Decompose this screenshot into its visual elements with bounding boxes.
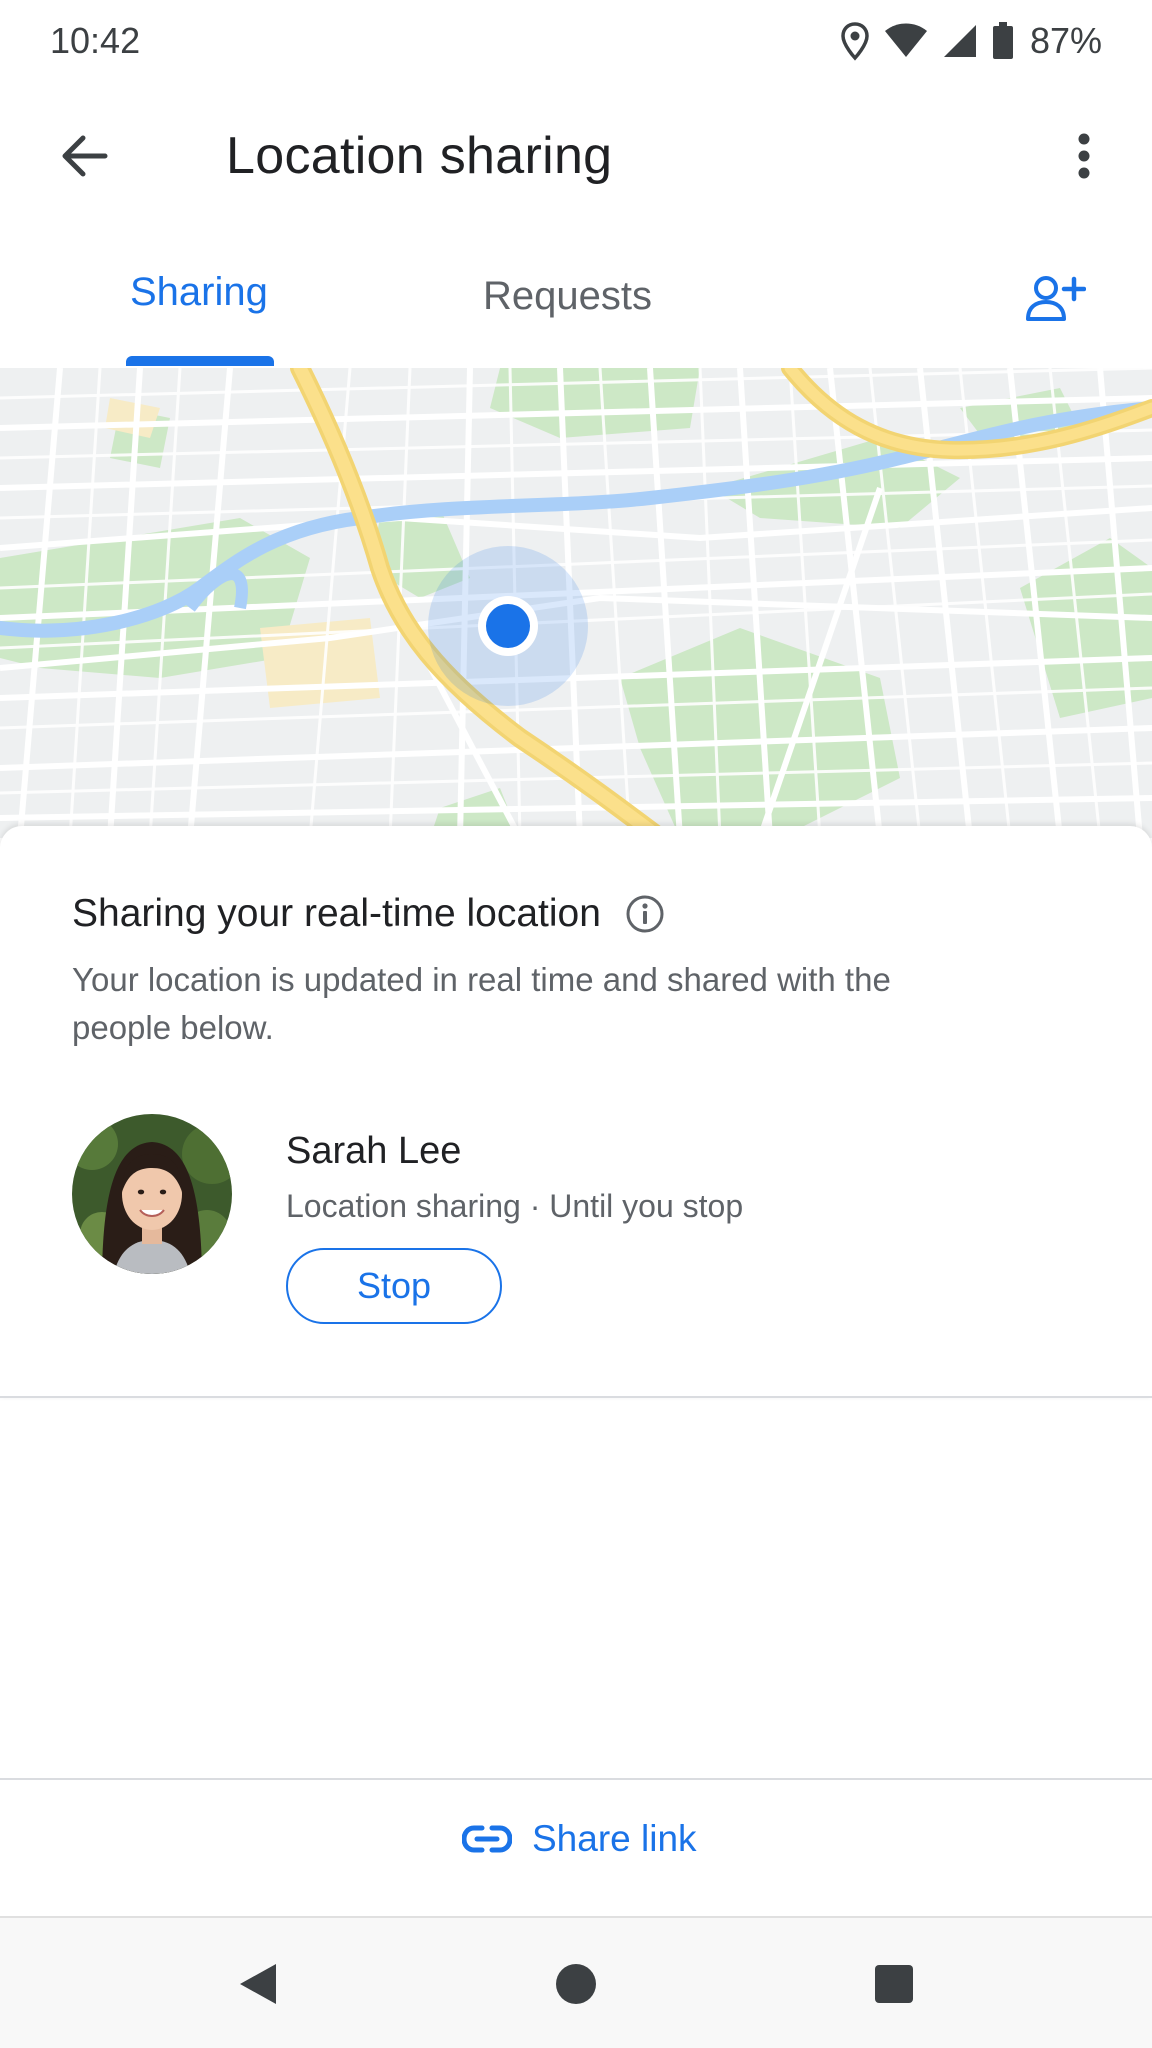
map-view[interactable] bbox=[0, 368, 1152, 838]
sharing-card: Sharing your real-time location Your loc… bbox=[0, 826, 1152, 1398]
info-icon bbox=[626, 895, 664, 933]
status-bar: 10:42 87% bbox=[0, 0, 1152, 82]
tab-bar: Sharing Requests bbox=[0, 240, 1152, 368]
nav-recents-icon bbox=[875, 1965, 913, 2003]
card-title: Sharing your real-time location bbox=[72, 892, 601, 935]
app-bar: Location sharing bbox=[0, 98, 1152, 214]
nav-back-icon bbox=[240, 1964, 276, 2004]
tab-requests[interactable]: Requests bbox=[483, 274, 652, 319]
page-title: Location sharing bbox=[226, 127, 613, 185]
share-link-label: Share link bbox=[532, 1818, 697, 1859]
more-vert-icon bbox=[1078, 133, 1090, 179]
nav-home-button[interactable] bbox=[548, 1956, 604, 2012]
nav-back-button[interactable] bbox=[230, 1956, 286, 2012]
share-link-button[interactable]: Share link bbox=[462, 1818, 697, 1860]
nav-home-icon bbox=[556, 1964, 596, 2004]
divider bbox=[0, 1396, 1152, 1398]
tab-indicator bbox=[126, 356, 274, 366]
card-title-row: Sharing your real-time location bbox=[72, 892, 667, 936]
battery-icon bbox=[992, 22, 1014, 60]
avatar bbox=[72, 1114, 232, 1274]
battery-percent: 87% bbox=[1029, 20, 1102, 61]
divider bbox=[0, 1778, 1152, 1780]
nav-recents-button[interactable] bbox=[866, 1956, 922, 2012]
person-add-icon bbox=[1026, 276, 1086, 321]
current-location-marker bbox=[428, 546, 588, 706]
status-time: 10:42 bbox=[50, 20, 141, 61]
system-nav-bar bbox=[0, 1918, 1152, 2048]
contact-row: Sarah Lee Location sharing · Until you s… bbox=[72, 1114, 1072, 1324]
stop-sharing-button[interactable]: Stop bbox=[286, 1248, 502, 1324]
contact-status: Location sharing · Until you stop bbox=[286, 1188, 744, 1224]
arrow-back-icon bbox=[62, 135, 108, 177]
signal-icon bbox=[942, 23, 978, 59]
tab-sharing[interactable]: Sharing bbox=[130, 270, 268, 315]
more-options-button[interactable] bbox=[1056, 124, 1112, 188]
card-description: Your location is updated in real time an… bbox=[72, 961, 891, 1046]
status-icons: 87% bbox=[840, 18, 1102, 64]
back-button[interactable] bbox=[50, 124, 120, 188]
info-button[interactable] bbox=[623, 892, 667, 936]
wifi-icon bbox=[884, 23, 928, 59]
contact-name: Sarah Lee bbox=[286, 1130, 462, 1172]
location-icon bbox=[840, 21, 870, 61]
link-icon bbox=[462, 1825, 512, 1853]
add-person-button[interactable] bbox=[1020, 268, 1092, 328]
